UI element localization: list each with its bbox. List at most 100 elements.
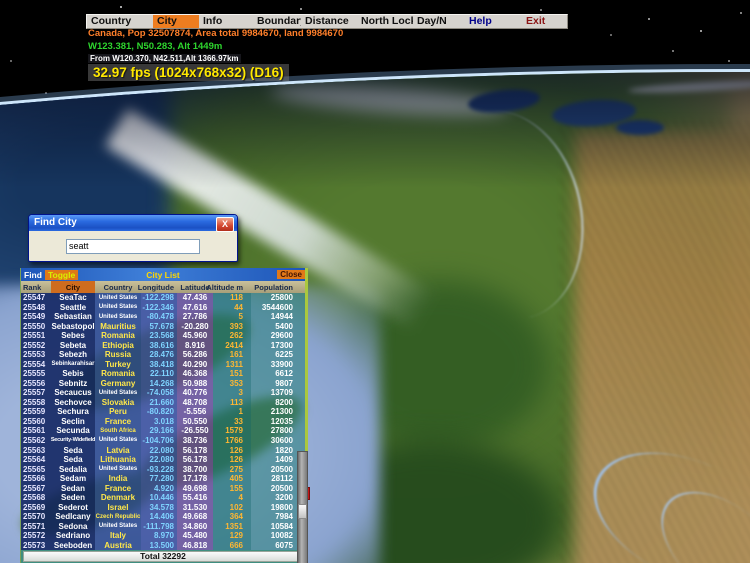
cell-alt: 4	[213, 492, 251, 503]
table-row[interactable]: 25551 Sebes Romania 23.568 45.960 262 29600	[21, 331, 305, 341]
table-row[interactable]: 25561 Secunda South Africa 29.166 -26.550 157…	[21, 426, 305, 436]
cell-city: Sedan	[51, 483, 95, 493]
table-row[interactable]: 25572 Sedriano Italy 8.970 45.480 129 10082	[21, 530, 305, 541]
table-row[interactable]: 25573 Seeboden Austria 13.500 46.818 666 6075	[21, 540, 305, 550]
cell-lat: 46.368	[177, 369, 213, 379]
close-button[interactable]: Close	[277, 270, 305, 279]
table-row[interactable]: 25567 Sedan France 4.920 49.698 155 20500	[21, 483, 305, 493]
cell-city: Secaucus	[51, 388, 95, 398]
table-row[interactable]: 25571 Sedona United States -111.798 34.860 13…	[21, 521, 305, 531]
cell-city: Seclin	[51, 416, 95, 427]
cell-lat: 27.786	[177, 312, 213, 322]
table-row[interactable]: 25564 Seda Lithuania 22.080 56.178 126 1409	[21, 454, 305, 465]
cell-lon: 14.406	[141, 511, 177, 522]
cell-country: Russia	[95, 350, 141, 360]
cell-lat: -20.280	[177, 321, 213, 332]
cell-lat: 46.818	[177, 540, 213, 550]
menu-item-info[interactable]: Info	[199, 15, 253, 28]
cell-country: France	[95, 416, 141, 427]
table-row[interactable]: 25565 Sedalia United States -93.228 38.700 27…	[21, 464, 305, 474]
cell-lat: 56.286	[177, 350, 213, 360]
table-row[interactable]: 25556 Sebnitz Germany 14.268 50.988 353 9807	[21, 378, 305, 389]
find-city-titlebar[interactable]: Find City X	[29, 215, 237, 232]
column-header-city[interactable]: City	[51, 281, 95, 293]
menu-bar: Country City Info Boundary Distance Nort…	[86, 14, 568, 29]
column-header-population[interactable]: Population	[251, 281, 305, 293]
table-row[interactable]: 25552 Sebeta Ethiopia 38.616 8.916 2414 17300	[21, 340, 305, 351]
table-row[interactable]: 25549 Sebastian United States -80.478 27.786…	[21, 312, 305, 322]
table-row[interactable]: 25559 Sechura Peru -80.820 -5.556 1 21300	[21, 407, 305, 417]
column-header-country[interactable]: Country	[95, 281, 141, 293]
cell-pop: 30600	[251, 435, 305, 446]
cell-rank: 25551	[21, 331, 51, 341]
menu-item-north-lock[interactable]: North Lock	[357, 15, 413, 28]
cell-country: United States	[95, 293, 141, 303]
cell-city: Sedlcany	[51, 511, 95, 522]
close-icon[interactable]: X	[216, 217, 234, 232]
cell-country: Mauritius	[95, 321, 141, 332]
table-row[interactable]: 25554 Sebinkarahisar Turkey 38.418 40.290 131…	[21, 359, 305, 370]
find-button[interactable]: Find	[21, 270, 45, 280]
cell-alt: 102	[213, 502, 251, 512]
cell-alt: 1	[213, 407, 251, 417]
cell-lat: 48.708	[177, 397, 213, 408]
cell-pop: 13709	[251, 388, 305, 398]
column-header-altitude[interactable]: Altitude m	[206, 281, 251, 293]
scrollbar[interactable]	[297, 451, 308, 563]
menu-item-distance[interactable]: Distance	[301, 15, 357, 28]
menu-item-country[interactable]: Country	[87, 15, 153, 28]
menu-item-help[interactable]: Help	[457, 15, 516, 28]
table-row[interactable]: 25560 Seclin France 3.018 50.550 33 12035	[21, 416, 305, 427]
menu-item-exit[interactable]: Exit	[516, 15, 567, 28]
cell-lon: 3.018	[141, 416, 177, 427]
cell-pop: 27800	[251, 426, 305, 436]
table-row[interactable]: 25569 Sederot Israel 34.578 31.530 102 19800	[21, 502, 305, 512]
cell-city: Sedam	[51, 473, 95, 484]
column-header-longitude[interactable]: Longitude	[138, 281, 177, 293]
cell-rank: 25552	[21, 340, 51, 351]
cell-country: Slovakia	[95, 397, 141, 408]
city-search-input[interactable]: seatt	[66, 239, 200, 254]
cell-lat: 45.960	[177, 331, 213, 341]
camera-position-line: From W120.370, N42.511,Alt 1366.97km	[88, 54, 241, 63]
cell-alt: 1766	[213, 435, 251, 446]
cell-alt: 353	[213, 378, 251, 389]
table-row[interactable]: 25568 Seden Denmark 10.446 55.416 4 3200	[21, 492, 305, 503]
cell-alt: 2414	[213, 340, 251, 351]
cell-rank: 25561	[21, 426, 51, 436]
table-row[interactable]: 25558 Sechovce Slovakia 21.660 48.708 113 8200	[21, 397, 305, 408]
cell-lon: 14.268	[141, 378, 177, 389]
toggle-button[interactable]: Toggle	[44, 269, 79, 280]
cell-lat: 49.698	[177, 483, 213, 493]
cell-alt: 364	[213, 511, 251, 522]
cell-lat: 31.530	[177, 502, 213, 512]
cell-lat: 50.550	[177, 416, 213, 427]
table-row[interactable]: 25557 Secaucus United States -74.058 40.776 3…	[21, 388, 305, 398]
table-row[interactable]: 25553 Sebezh Russia 28.476 56.286 161 6225	[21, 350, 305, 360]
table-row[interactable]: 25548 Seattle United States -122.346 47.616 4…	[21, 302, 305, 313]
scrollbar-thumb[interactable]	[298, 504, 307, 519]
table-row[interactable]: 25550 Sebastopol Mauritius 57.678 -20.280 393…	[21, 321, 305, 332]
table-row[interactable]: 25555 Sebis Romania 22.110 46.368 151 6612	[21, 369, 305, 379]
table-row[interactable]: 25570 Sedlcany Czech Republic 14.406 49.668 3…	[21, 511, 305, 522]
cell-pop: 25800	[251, 293, 305, 303]
menu-item-city[interactable]: City	[153, 15, 199, 28]
menu-item-boundary[interactable]: Boundary	[253, 15, 301, 28]
table-row[interactable]: 25562 Security-Widefield United States -104…	[21, 435, 305, 446]
table-row[interactable]: 25563 Seda Latvia 22.080 56.178 126 1820	[21, 445, 305, 455]
cell-city: Sechura	[51, 407, 95, 417]
menu-item-day-night[interactable]: Day/N	[413, 15, 457, 28]
column-header-rank[interactable]: Rank	[21, 281, 51, 293]
table-row[interactable]: 25566 Sedam India 77.280 17.178 405 28112	[21, 473, 305, 484]
cell-alt: 155	[213, 483, 251, 493]
cell-alt: 126	[213, 454, 251, 465]
cell-alt: 118	[213, 293, 251, 303]
cell-pop: 17300	[251, 340, 305, 351]
cell-alt: 33	[213, 416, 251, 427]
cell-city: Sebastopol	[51, 321, 95, 332]
cell-lat: -5.556	[177, 407, 213, 417]
table-row[interactable]: 25547 SeaTac United States -122.298 47.436 11…	[21, 293, 305, 303]
cell-alt: 393	[213, 321, 251, 332]
cell-rank: 25555	[21, 369, 51, 379]
city-list-titlebar[interactable]: Find Toggle City List Close	[21, 268, 305, 281]
